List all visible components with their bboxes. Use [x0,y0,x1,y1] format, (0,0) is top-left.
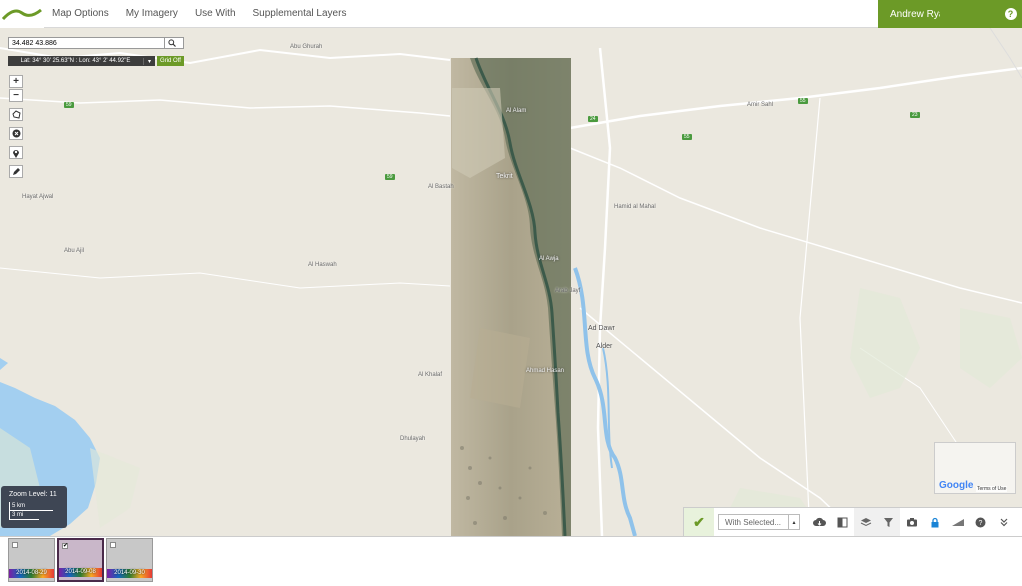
main-menu: Map Options My Imagery Use With Suppleme… [52,0,363,28]
user-gap [940,0,999,28]
place-label: Ad Dawr [588,325,615,332]
polygon-icon [11,110,21,119]
coordinate-readout: Lat: 34° 30' 25.63"N : Lon: 43° 2' 44.92… [8,56,155,66]
place-label: Hayat Ajwal [22,194,54,200]
scale-bar-km: 5 km [9,502,53,511]
top-bar: Map Options My Imagery Use With Suppleme… [0,0,1022,28]
location-search [8,37,184,49]
zoom-out-button[interactable]: − [9,89,23,102]
map-canvas[interactable]: Tekrit Al Alam Ad Dawr Alder Al Awja Ara… [0,28,1022,536]
place-label: Al Alam [506,108,527,114]
place-label: Abu Ghurah [290,44,323,50]
thumbnail-checkbox[interactable]: ✔ [62,543,68,549]
place-marker-button[interactable] [9,146,23,159]
place-label: Ahmad Hasan [526,368,565,374]
filter-icon[interactable] [877,507,900,537]
road-shield: 59 [64,102,74,108]
thumbnail-date: 2014-09-08 [59,568,102,577]
zoom-level-label: Zoom Level: 11 [9,491,57,498]
edit-button[interactable] [9,165,23,178]
place-label: Al Khalaf [418,372,443,378]
bottom-toolbar: ✔ With Selected... ▴ ? [683,507,1022,537]
app-logo[interactable] [0,0,44,28]
svg-text:?: ? [979,520,983,527]
search-input[interactable] [9,39,164,47]
camera-icon[interactable] [900,508,923,537]
grid-toggle-button[interactable]: Grid Off [157,56,184,66]
thumbnail-checkbox[interactable] [110,542,116,548]
thumbnail-checkbox[interactable] [12,542,18,548]
with-selected-dropdown[interactable]: With Selected... ▴ [718,514,800,530]
with-selected-label: With Selected... [725,517,782,527]
road-shield: 59 [385,174,395,180]
google-logo: Google [939,480,974,491]
place-label: Al Bastah [428,184,454,190]
clear-shape-button[interactable] [9,127,23,140]
road-shield: 23 [910,112,920,118]
imagery-thumbnail[interactable]: ✔ 2014-09-08 [57,538,104,582]
compare-icon[interactable] [831,508,854,537]
logo-icon [2,8,42,20]
menu-supplemental-layers[interactable]: Supplemental Layers [253,8,347,19]
chevron-up-icon: ▴ [788,515,799,529]
layers-icon[interactable] [854,507,877,537]
help-button[interactable]: ? [999,0,1022,28]
imagery-strip [0,536,1022,586]
place-label: Abu Ajil [64,248,85,254]
check-icon[interactable]: ✔ [684,507,714,537]
imagery-thumbnail[interactable]: 2014-09-30 [106,538,153,582]
place-label: Tekrit [496,173,513,180]
zoom-scale-panel: Zoom Level: 11 5 km 3 mi [1,486,67,528]
road-shield: 55 [682,134,692,140]
user-menu-button[interactable]: Andrew Ryan [878,0,950,28]
menu-my-imagery[interactable]: My Imagery [126,8,178,19]
coordinate-format-dropdown[interactable]: ▾ [143,57,155,65]
imagery-thumbnail[interactable]: 2014-08-29 [8,538,55,582]
opacity-slider-icon[interactable] [946,508,969,537]
zoom-in-button[interactable]: + [9,75,23,88]
draw-polygon-button[interactable] [9,108,23,121]
place-label: Dhulayah [400,436,426,442]
help-icon: ? [1004,8,1017,20]
cloud-download-icon[interactable] [808,508,831,537]
search-icon [167,39,176,47]
menu-map-options[interactable]: Map Options [52,8,109,19]
place-label: Alder [596,343,613,350]
collapse-chevron-icon[interactable] [992,508,1015,537]
thumbnail-date: 2014-08-29 [9,569,54,578]
place-label: Al Haswah [308,262,337,268]
terms-of-use-link[interactable]: Terms of Use [976,486,1008,492]
place-label: Arab Jayf [555,288,581,294]
menu-use-with[interactable]: Use With [195,8,236,19]
map-pin-icon [13,149,19,158]
scale-bar-mi: 3 mi [9,511,39,520]
user-block: Andrew Ryan ? [878,0,1022,28]
place-label: Hamid al Mahal [614,204,656,210]
lock-icon[interactable] [923,508,946,537]
road-shield: 24 [588,116,598,122]
place-label: Al Awja [539,256,559,262]
search-button[interactable] [164,37,178,49]
place-label: Amir Sahl [747,102,774,108]
road-shield: 55 [798,98,808,104]
thumbnail-date: 2014-09-30 [107,569,152,578]
close-circle-icon [12,129,20,138]
basemap [0,28,1022,536]
pencil-icon [12,168,20,175]
help-circle-icon[interactable]: ? [969,508,992,537]
coordinate-text: Lat: 34° 30' 25.63"N : Lon: 43° 2' 44.92… [20,58,131,64]
